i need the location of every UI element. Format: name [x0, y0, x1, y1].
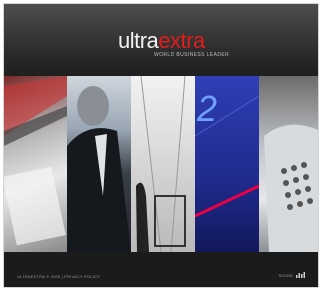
header: ultraextra WORLD BUSINESS LEADER: [4, 4, 318, 76]
blue-glass-building-image: 2: [195, 76, 259, 252]
building-illustration: 2: [195, 88, 259, 218]
businessman-illustration: [67, 86, 131, 252]
telephone-illustration: [264, 124, 318, 252]
sound-bars-icon: [296, 272, 305, 278]
pen-and-documents-image: [4, 76, 67, 252]
sound-label: SOUND: [278, 272, 293, 278]
site-frame: ultraextra WORLD BUSINESS LEADER 2 ULTRA…: [3, 3, 319, 288]
tagline: WORLD BUSINESS LEADER: [154, 52, 230, 58]
businessman-image: [67, 76, 131, 252]
footer: ULTRAEXTRA © 2005 | PRIVACY POLICY SOUND: [4, 252, 318, 287]
image-strip: 2: [4, 76, 318, 252]
corridor-illustration: [136, 76, 186, 252]
telephone-keypad-image: [259, 76, 318, 252]
pen-illustration: [4, 76, 67, 246]
sound-toggle[interactable]: SOUND: [279, 272, 305, 278]
logo-text-ultra: ultra: [118, 28, 159, 53]
logo-text-extra: extra: [158, 28, 205, 53]
svg-text:2: 2: [196, 88, 217, 129]
office-corridor-image: [131, 76, 195, 252]
logo[interactable]: ultraextra: [118, 30, 205, 52]
copyright-text[interactable]: ULTRAEXTRA © 2005 | PRIVACY POLICY: [17, 274, 100, 279]
